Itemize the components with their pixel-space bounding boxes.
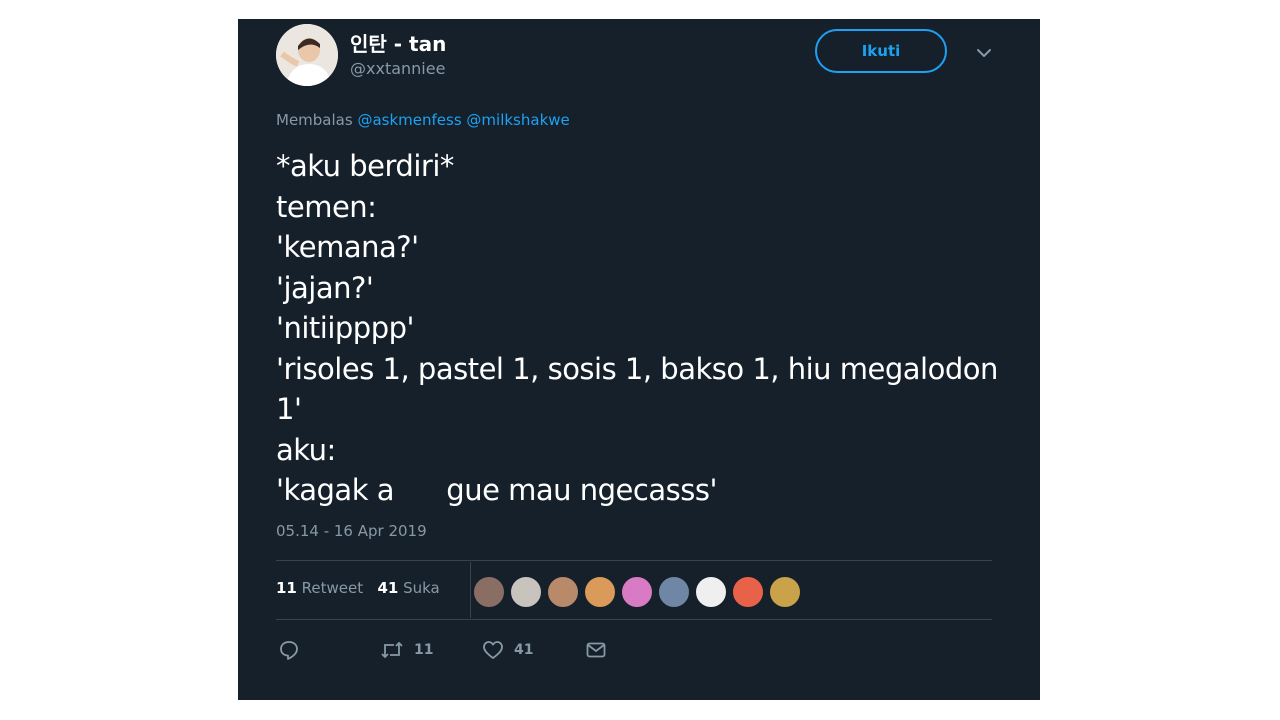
likes-label: Suka: [403, 579, 440, 597]
mention-milkshakwe[interactable]: @milkshakwe: [466, 111, 569, 129]
like-button[interactable]: 41: [482, 637, 533, 663]
retweets-stat[interactable]: 11 Retweet: [276, 579, 368, 597]
chevron-down-icon[interactable]: [973, 42, 995, 64]
tweet-stats: 11 Retweet 41 Suka: [276, 579, 440, 597]
tweet-actions: 11 41: [276, 637, 676, 663]
liker-avatar[interactable]: [768, 575, 802, 609]
mail-icon: [585, 639, 607, 661]
reply-button[interactable]: [278, 637, 300, 663]
retweet-icon: [380, 639, 404, 661]
replying-to-label: Membalas: [276, 111, 353, 129]
divider: [276, 560, 992, 561]
liker-avatar[interactable]: [620, 575, 654, 609]
heart-icon: [482, 639, 504, 661]
follow-button[interactable]: Ikuti: [815, 29, 947, 73]
stats-separator: [470, 562, 471, 618]
user-handle[interactable]: @xxtanniee: [350, 59, 445, 78]
direct-message-button[interactable]: [585, 637, 607, 663]
likes-stat[interactable]: 41 Suka: [377, 579, 439, 597]
retweet-count: 11: [414, 642, 434, 658]
divider: [276, 619, 992, 620]
tweet-timestamp[interactable]: 05.14 - 16 Apr 2019: [276, 522, 427, 540]
tweet-card: 인탄 - tan @xxtanniee Ikuti Membalas @askm…: [238, 19, 1040, 700]
tweet-text: *aku berdiri* temen: 'kemana?' 'jajan?' …: [276, 149, 998, 507]
liker-avatar[interactable]: [472, 575, 506, 609]
retweets-label: Retweet: [301, 579, 364, 597]
liker-avatar[interactable]: [731, 575, 765, 609]
avatar[interactable]: [276, 24, 338, 86]
display-name[interactable]: 인탄 - tan: [350, 28, 446, 57]
liker-avatar[interactable]: [657, 575, 691, 609]
reply-icon: [278, 639, 300, 661]
liker-avatar[interactable]: [583, 575, 617, 609]
retweet-button[interactable]: 11: [380, 637, 433, 663]
liker-avatar[interactable]: [694, 575, 728, 609]
retweets-count: 11: [276, 579, 297, 597]
like-count: 41: [514, 642, 534, 658]
replying-to: Membalas @askmenfess @milkshakwe: [276, 111, 570, 129]
likes-count: 41: [377, 579, 399, 597]
liker-avatar[interactable]: [546, 575, 580, 609]
mention-askmenfess[interactable]: @askmenfess: [357, 111, 461, 129]
liker-avatar[interactable]: [509, 575, 543, 609]
